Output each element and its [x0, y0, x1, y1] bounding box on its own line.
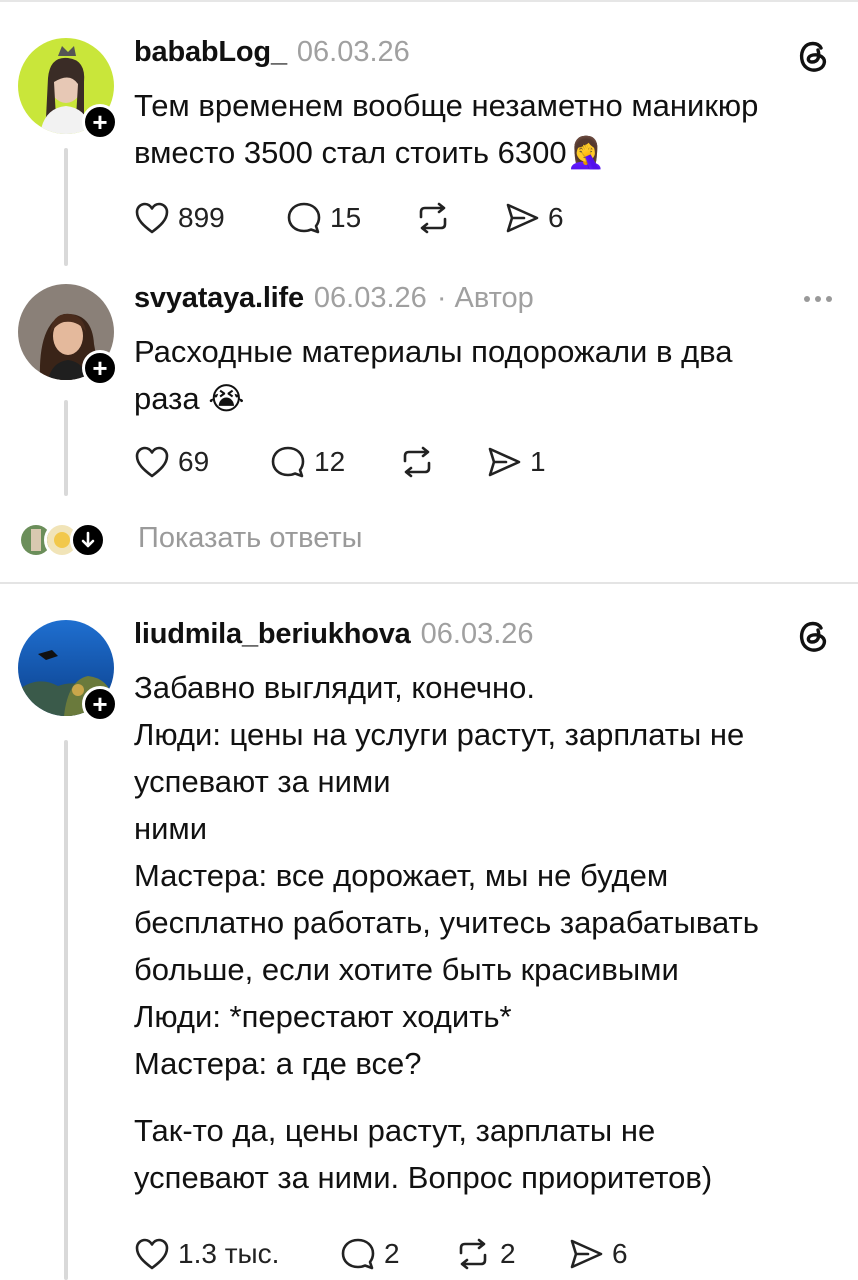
post-actions: 69 12 1 — [134, 442, 546, 482]
thread-line — [64, 148, 68, 266]
post-text: Забавно выглядит, конечно. Люди: цены на… — [134, 664, 834, 1201]
text-line: Забавно выглядит, конечно. — [134, 670, 535, 705]
post-date: 06.03.26 — [296, 36, 410, 68]
post-date: 06.03.26 — [313, 282, 427, 314]
heart-icon — [135, 1238, 169, 1270]
repost-count: 2 — [500, 1238, 516, 1269]
heart-icon — [135, 202, 169, 234]
text-line: Тем временем вообще незаметно маникюр — [134, 88, 759, 123]
comment-icon — [271, 446, 305, 478]
repost-button[interactable] — [414, 201, 504, 235]
comment-button[interactable]: 12 — [270, 445, 398, 479]
comment-count: 12 — [314, 446, 346, 477]
repost-button[interactable] — [398, 445, 486, 479]
like-button[interactable]: 69 — [134, 445, 270, 479]
text-line: Люди: цены на услуги растут, зарплаты не — [134, 717, 745, 752]
follow-plus-icon[interactable]: + — [82, 104, 118, 140]
like-count: 69 — [178, 446, 210, 477]
author-label: Автор — [454, 282, 534, 314]
text-line: ними — [134, 811, 208, 846]
username[interactable]: svyataya.life — [134, 282, 304, 315]
username[interactable]: liudmila_beriukhova — [134, 618, 411, 651]
text-line: успевают за ними — [134, 764, 391, 799]
like-count: 899 — [178, 202, 225, 233]
arrow-down-icon[interactable] — [70, 522, 106, 558]
text-line: Расходные материалы подорожали в два — [134, 334, 733, 369]
top-divider — [0, 0, 858, 2]
comment-button[interactable]: 2 — [340, 1237, 454, 1271]
threads-logo-icon[interactable] — [794, 36, 832, 74]
text-line: вместо 3500 стал стоить 6300🤦‍♀️ — [134, 135, 606, 170]
threads-logo-icon[interactable] — [794, 616, 832, 654]
post-divider — [0, 582, 858, 584]
follow-plus-icon[interactable]: + — [82, 686, 118, 722]
meta-separator: · — [436, 282, 447, 314]
post-actions: 1.3 тыс. 2 2 6 — [134, 1234, 628, 1274]
share-icon — [506, 203, 539, 233]
post-text: Тем временем вообще незаметно маникюр вм… — [134, 82, 834, 176]
share-count: 6 — [612, 1238, 628, 1269]
share-button[interactable]: 1 — [486, 445, 546, 479]
replies-avatars[interactable] — [18, 516, 106, 564]
like-count: 1.3 тыс. — [178, 1238, 280, 1269]
like-button[interactable]: 899 — [134, 201, 286, 235]
thread-line — [64, 400, 68, 496]
repost-icon — [403, 446, 431, 478]
post-actions: 899 15 6 — [134, 198, 564, 238]
comment-count: 2 — [384, 1238, 400, 1269]
more-icon[interactable] — [804, 296, 832, 302]
thread-line — [64, 740, 68, 1280]
repost-icon — [419, 202, 447, 234]
share-icon — [488, 447, 521, 477]
text-line: Мастера: все дорожает, мы не будем — [134, 858, 669, 893]
follow-plus-icon[interactable]: + — [82, 350, 118, 386]
comment-icon — [341, 1238, 375, 1270]
comment-icon — [287, 202, 321, 234]
comment-button[interactable]: 15 — [286, 201, 414, 235]
text-line: Мастера: а где все? — [134, 1046, 422, 1081]
repost-button[interactable]: 2 — [454, 1237, 568, 1271]
share-count: 6 — [548, 202, 564, 233]
show-replies-link[interactable]: Показать ответы — [138, 522, 362, 555]
username[interactable]: bababLog_ — [134, 36, 287, 69]
repost-icon — [459, 1238, 487, 1270]
text-line: успевают за ними. Вопрос приоритетов) — [134, 1160, 713, 1195]
post-text: Расходные материалы подорожали в два раз… — [134, 328, 834, 422]
text-line: Так-то да, цены растут, зарплаты не — [134, 1113, 656, 1148]
post-meta: liudmila_beriukhova 06.03.26 — [134, 618, 534, 651]
text-line: Люди: *перестают ходить* — [134, 999, 512, 1034]
share-button[interactable]: 6 — [504, 201, 564, 235]
text-line: раза 😭 — [134, 381, 245, 416]
share-button[interactable]: 6 — [568, 1237, 628, 1271]
post-date: 06.03.26 — [420, 618, 534, 650]
text-line: бесплатно работать, учитесь зарабатывать — [134, 905, 759, 940]
heart-icon — [135, 446, 169, 478]
post-meta: svyataya.life 06.03.26 · Автор — [134, 282, 534, 315]
comment-count: 15 — [330, 202, 362, 233]
text-line: больше, если хотите быть красивыми — [134, 952, 679, 987]
post-meta: bababLog_ 06.03.26 — [134, 36, 410, 69]
share-count: 1 — [530, 446, 546, 477]
share-icon — [570, 1239, 603, 1269]
like-button[interactable]: 1.3 тыс. — [134, 1237, 340, 1271]
